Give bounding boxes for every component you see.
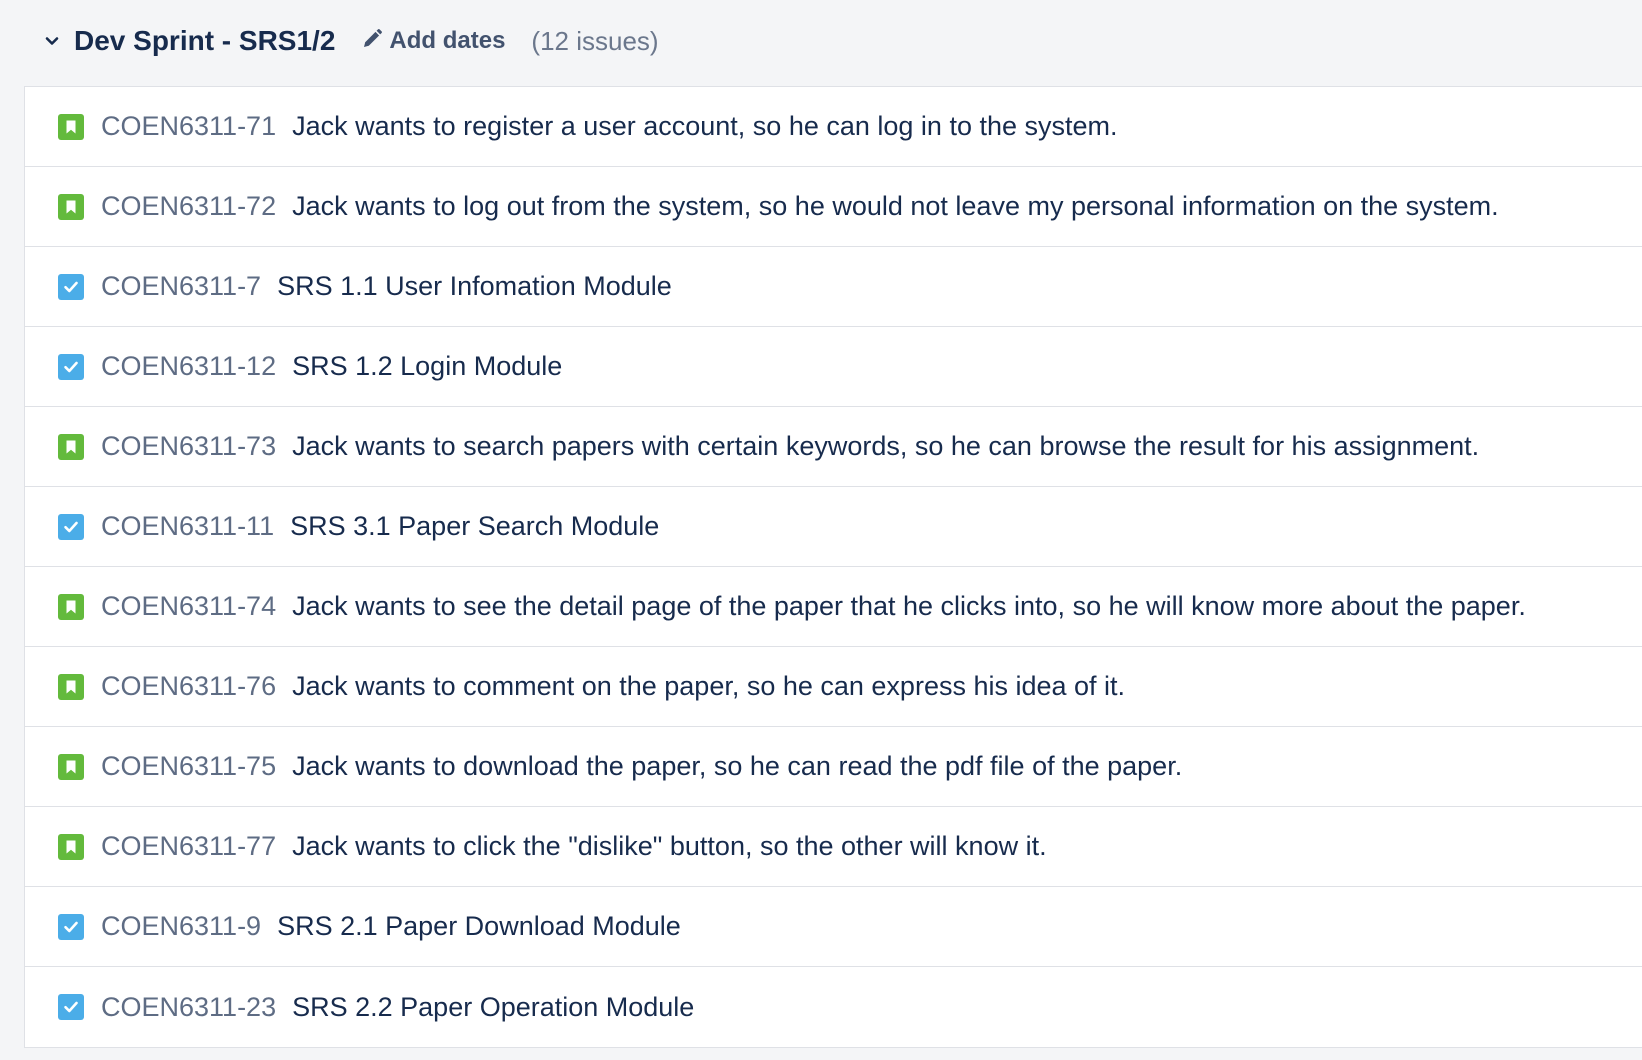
issue-key[interactable]: COEN6311-12: [101, 351, 276, 382]
issue-summary: Jack wants to search papers with certain…: [292, 431, 1480, 461]
issue-key[interactable]: COEN6311-71: [101, 111, 276, 142]
issue-row[interactable]: COEN6311-72 Jack wants to log out from t…: [25, 167, 1642, 247]
task-icon: [58, 353, 84, 380]
story-icon: [58, 193, 84, 220]
issue-key[interactable]: COEN6311-23: [101, 992, 276, 1023]
story-icon: [58, 433, 84, 460]
issue-summary: Jack wants to comment on the paper, so h…: [292, 671, 1126, 701]
story-icon: [58, 673, 84, 700]
task-icon: [58, 273, 84, 300]
issue-key[interactable]: COEN6311-74: [101, 591, 276, 622]
issue-key[interactable]: COEN6311-7: [101, 271, 261, 302]
issue-key[interactable]: COEN6311-72: [101, 191, 276, 222]
issue-summary: SRS 1.2 Login Module: [292, 351, 563, 381]
issue-summary: SRS 1.1 User Infomation Module: [277, 271, 672, 301]
issue-row[interactable]: COEN6311-76 Jack wants to comment on the…: [25, 647, 1642, 727]
issue-summary: SRS 3.1 Paper Search Module: [290, 511, 660, 541]
add-dates-label: Add dates: [389, 27, 506, 54]
task-icon: [58, 994, 84, 1020]
sprint-name: Dev Sprint - SRS1/2: [74, 25, 336, 56]
issue-row[interactable]: COEN6311-73 Jack wants to search papers …: [25, 407, 1642, 487]
issue-key[interactable]: COEN6311-11: [101, 511, 274, 542]
issue-summary: Jack wants to click the "dislike" button…: [292, 831, 1047, 861]
issue-row[interactable]: COEN6311-74 Jack wants to see the detail…: [25, 567, 1642, 647]
story-icon: [58, 113, 84, 140]
issue-summary: Jack wants to see the detail page of the…: [292, 591, 1526, 621]
issue-key[interactable]: COEN6311-75: [101, 751, 276, 782]
issue-summary: Jack wants to register a user account, s…: [292, 111, 1118, 141]
issue-row[interactable]: COEN6311-7 SRS 1.1 User Infomation Modul…: [25, 247, 1642, 327]
issue-key[interactable]: COEN6311-9: [101, 911, 261, 942]
add-dates-button[interactable]: Add dates: [361, 27, 505, 55]
story-icon: [58, 833, 84, 860]
story-icon: [58, 593, 84, 620]
issue-row[interactable]: COEN6311-12 SRS 1.2 Login Module: [25, 327, 1642, 407]
issue-key[interactable]: COEN6311-77: [101, 831, 276, 862]
issue-row[interactable]: COEN6311-77 Jack wants to click the "dis…: [25, 807, 1642, 887]
issue-row[interactable]: COEN6311-71 Jack wants to register a use…: [25, 87, 1642, 167]
issue-key[interactable]: COEN6311-73: [101, 431, 276, 462]
issue-summary: Jack wants to download the paper, so he …: [292, 751, 1183, 781]
story-icon: [58, 753, 84, 780]
issue-row[interactable]: COEN6311-11 SRS 3.1 Paper Search Module: [25, 487, 1642, 567]
issue-row[interactable]: COEN6311-23 SRS 2.2 Paper Operation Modu…: [25, 967, 1642, 1047]
issue-summary: Jack wants to log out from the system, s…: [292, 191, 1499, 221]
sprint-header: Dev Sprint - SRS1/2 Add dates (12 issues…: [0, 0, 1642, 82]
issue-summary: SRS 2.2 Paper Operation Module: [292, 991, 695, 1022]
chevron-down-icon[interactable]: [40, 29, 64, 53]
task-icon: [58, 513, 84, 540]
issue-list: COEN6311-71 Jack wants to register a use…: [24, 86, 1642, 1048]
issue-row[interactable]: COEN6311-75 Jack wants to download the p…: [25, 727, 1642, 807]
issue-count: (12 issues): [531, 25, 659, 56]
pencil-icon: [361, 28, 383, 55]
issue-key[interactable]: COEN6311-76: [101, 671, 276, 702]
issue-summary: SRS 2.1 Paper Download Module: [277, 911, 681, 941]
task-icon: [58, 913, 84, 940]
issue-row[interactable]: COEN6311-9 SRS 2.1 Paper Download Module: [25, 887, 1642, 967]
